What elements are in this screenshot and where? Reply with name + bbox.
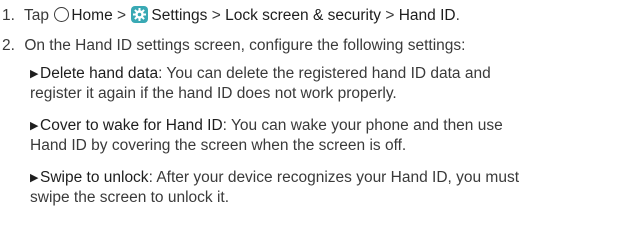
step-2: 2. On the Hand ID settings screen, confi… bbox=[2, 36, 465, 56]
triangle-right-icon: ▶ bbox=[30, 68, 39, 80]
bullet-cover-to-wake: ▶ Cover to wake for Hand ID: You can wak… bbox=[30, 116, 630, 156]
home-label: Home bbox=[71, 7, 113, 24]
step-text-tap: Tap bbox=[24, 7, 50, 24]
bullet-line-1: Delete hand data: You can delete the reg… bbox=[30, 64, 630, 84]
setting-description: : After your device recognizes your Hand… bbox=[148, 169, 520, 186]
bullet-line-2: swipe the screen to unlock it. bbox=[30, 189, 230, 206]
step-number: 2. bbox=[2, 37, 15, 54]
setting-term: Delete hand data bbox=[40, 65, 159, 82]
instruction-document: 1. Tap Home > Settings > Lock screen & s… bbox=[0, 0, 636, 245]
path-separator: > bbox=[211, 7, 221, 24]
lock-screen-security-label: Lock screen & security bbox=[225, 7, 382, 24]
bullet-line-2: Hand ID by covering the screen when the … bbox=[30, 137, 407, 154]
hand-id-label: Hand ID bbox=[398, 7, 456, 24]
bullet-line-2: register it again if the hand ID does no… bbox=[30, 85, 397, 102]
setting-description: : You can wake your phone and then use bbox=[222, 117, 503, 134]
home-circle-icon bbox=[54, 7, 70, 22]
step-1: 1. Tap Home > Settings > Lock screen & s… bbox=[2, 6, 460, 26]
path-separator: > bbox=[117, 7, 127, 24]
bullet-swipe-to-unlock: ▶ Swipe to unlock: After your device rec… bbox=[30, 168, 630, 208]
setting-term: Cover to wake for Hand ID bbox=[40, 117, 223, 134]
path-separator: > bbox=[385, 7, 395, 24]
settings-gear-icon bbox=[131, 6, 149, 23]
step-end-period: . bbox=[455, 7, 460, 24]
setting-description: : You can delete the registered hand ID … bbox=[158, 65, 491, 82]
setting-term: Swipe to unlock bbox=[40, 169, 149, 186]
bullet-delete-hand-data: ▶ Delete hand data: You can delete the r… bbox=[30, 64, 630, 104]
triangle-right-icon: ▶ bbox=[30, 120, 39, 132]
bullet-line-1: Swipe to unlock: After your device recog… bbox=[30, 168, 630, 188]
settings-label: Settings bbox=[151, 7, 208, 24]
step-number: 1. bbox=[2, 7, 15, 24]
triangle-right-icon: ▶ bbox=[30, 172, 39, 184]
step-text: On the Hand ID settings screen, configur… bbox=[24, 37, 466, 54]
bullet-line-1: Cover to wake for Hand ID: You can wake … bbox=[30, 116, 630, 136]
